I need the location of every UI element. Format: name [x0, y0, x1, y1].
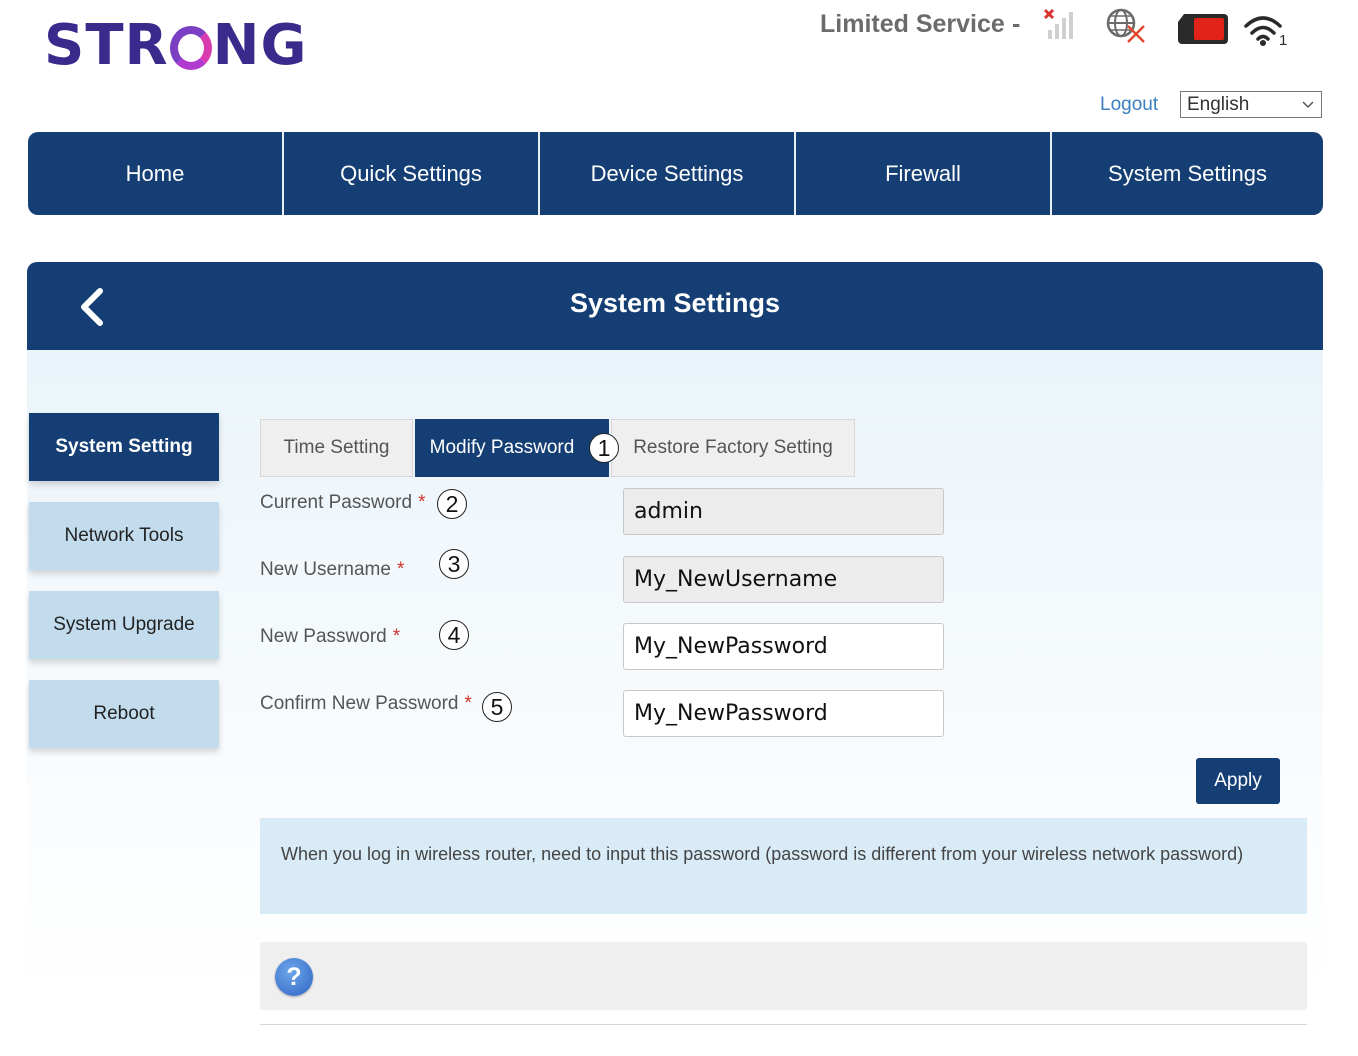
sidebar-item-system-upgrade[interactable]: System Upgrade [29, 591, 219, 659]
required-mark: * [396, 559, 405, 580]
password-info-box: When you log in wireless router, need to… [260, 818, 1307, 914]
wifi-icon: 1 [1244, 16, 1287, 48]
required-mark: * [418, 492, 426, 513]
nav-home[interactable]: Home [28, 132, 284, 215]
current-password-field[interactable]: admin [623, 488, 944, 535]
sidebar-item-network-tools[interactable]: Network Tools [29, 502, 219, 570]
logout-link[interactable]: Logout [1100, 94, 1158, 116]
logo-o-ring [169, 26, 212, 70]
new-username-field[interactable]: My_NewUsername [623, 556, 944, 603]
section-title: System Settings [569, 288, 781, 318]
help-box [260, 942, 1307, 1010]
step-marker-3: 3 [439, 549, 469, 579]
step-marker-2: 2 [437, 489, 467, 519]
tab-modify-password[interactable]: Modify Password [415, 419, 609, 477]
status-separator: - [1012, 10, 1021, 38]
nav-firewall[interactable]: Firewall [796, 132, 1052, 215]
language-select[interactable]: English [1180, 91, 1322, 118]
confirm-password-field[interactable]: My_NewPassword [623, 690, 944, 737]
step-marker-5: 5 [482, 692, 512, 722]
new-password-field[interactable]: My_NewPassword [623, 623, 944, 670]
required-mark: * [392, 626, 401, 647]
no-internet-globe-icon [1106, 8, 1145, 43]
new-password-label: New Password * [260, 626, 401, 647]
bottom-divider [260, 1024, 1307, 1025]
no-signal-icon [1043, 8, 1073, 39]
new-username-label: New Username * [260, 559, 405, 580]
main-nav: Home Quick Settings Device Settings Fire… [28, 132, 1323, 215]
apply-button[interactable]: Apply [1196, 758, 1280, 804]
language-selected-value: English [1187, 94, 1250, 115]
strong-logo: STR NG [44, 13, 308, 78]
chevron-down-icon [1302, 101, 1314, 109]
confirm-password-label: Confirm New Password * [260, 693, 472, 714]
sim-card-icon [1178, 14, 1228, 44]
help-question-icon[interactable]: ? [275, 958, 313, 996]
current-password-label: Current Password * [260, 492, 426, 513]
tab-restore-factory-setting[interactable]: Restore Factory Setting [611, 419, 855, 477]
step-marker-4: 4 [439, 620, 469, 650]
nav-system-settings[interactable]: System Settings [1052, 132, 1323, 215]
nav-device-settings[interactable]: Device Settings [540, 132, 796, 215]
nav-quick-settings[interactable]: Quick Settings [284, 132, 540, 215]
sidebar-item-reboot[interactable]: Reboot [29, 680, 219, 748]
step-marker-1: 1 [589, 433, 619, 463]
service-status-text: Limited Service [820, 10, 1005, 38]
tab-time-setting[interactable]: Time Setting [260, 419, 413, 477]
wifi-client-count: 1 [1279, 32, 1287, 48]
required-mark: * [464, 693, 472, 714]
sidebar-item-system-setting[interactable]: System Setting [29, 413, 219, 481]
